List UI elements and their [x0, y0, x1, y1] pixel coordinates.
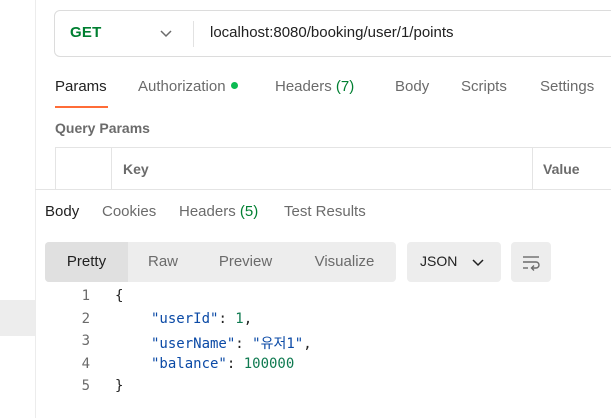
left-sidebar-strip — [0, 0, 36, 418]
tab-body[interactable]: Body — [395, 78, 429, 95]
line-number: 2 — [81, 311, 90, 327]
column-header-value: Value — [543, 161, 580, 177]
close-brace: } — [115, 378, 124, 394]
json-value: 1 — [235, 311, 244, 327]
active-tab-underline — [55, 106, 108, 108]
response-tab-cookies[interactable]: Cookies — [102, 203, 156, 220]
language-select[interactable]: JSON — [407, 242, 501, 282]
chevron-down-icon[interactable] — [159, 26, 173, 40]
query-params-title: Query Params — [55, 120, 150, 136]
tab-headers-count: (7) — [335, 78, 355, 95]
response-tab-test-results[interactable]: Test Results — [284, 203, 366, 220]
response-tab-headers-count: (5) — [239, 203, 259, 220]
url-divider — [193, 21, 194, 47]
chevron-down-icon — [472, 259, 484, 267]
pane-divider[interactable] — [35, 189, 611, 190]
column-header-key: Key — [123, 161, 149, 177]
tab-authorization-label: Authorization — [138, 78, 226, 95]
json-value: 100000 — [243, 356, 295, 372]
open-brace: { — [115, 288, 124, 304]
line-number: 4 — [81, 356, 90, 372]
format-pretty-button[interactable]: Pretty — [45, 242, 128, 282]
json-key: "userName" — [151, 336, 236, 352]
left-sidebar-selected[interactable] — [0, 300, 35, 336]
json-key: "balance" — [151, 356, 227, 372]
tab-headers-label: Headers — [275, 78, 332, 95]
json-key: "userId" — [151, 311, 219, 327]
tab-params[interactable]: Params — [55, 78, 107, 95]
format-raw-button[interactable]: Raw — [128, 242, 198, 282]
url-input[interactable]: localhost:8080/booking/user/1/points — [210, 24, 454, 41]
line-number: 3 — [81, 333, 90, 349]
table-divider — [532, 148, 533, 190]
response-tab-body[interactable]: Body — [45, 203, 79, 220]
table-divider — [111, 148, 112, 190]
line-number: 1 — [81, 288, 90, 304]
tab-scripts[interactable]: Scripts — [461, 78, 507, 95]
wrap-lines-icon — [523, 256, 540, 271]
tab-authorization[interactable]: Authorization — [138, 78, 238, 95]
wrap-lines-button[interactable] — [511, 242, 551, 282]
json-value: "유저1" — [252, 336, 304, 352]
method-select[interactable]: GET — [70, 24, 101, 41]
tab-settings[interactable]: Settings — [540, 78, 594, 95]
response-tab-headers-label: Headers — [179, 203, 236, 220]
query-params-table: Key Value — [55, 147, 611, 190]
line-number: 5 — [81, 378, 90, 394]
tab-headers[interactable]: Headers (7) — [275, 78, 354, 95]
language-select-label: JSON — [420, 253, 458, 269]
status-dot-icon — [230, 82, 238, 89]
format-visualize-button[interactable]: Visualize — [293, 242, 396, 282]
format-preview-button[interactable]: Preview — [198, 242, 293, 282]
url-bar: GET localhost:8080/booking/user/1/points — [54, 10, 611, 57]
format-toggle-group: Pretty Raw Preview Visualize — [45, 242, 396, 282]
response-tab-headers[interactable]: Headers (5) — [179, 203, 258, 220]
